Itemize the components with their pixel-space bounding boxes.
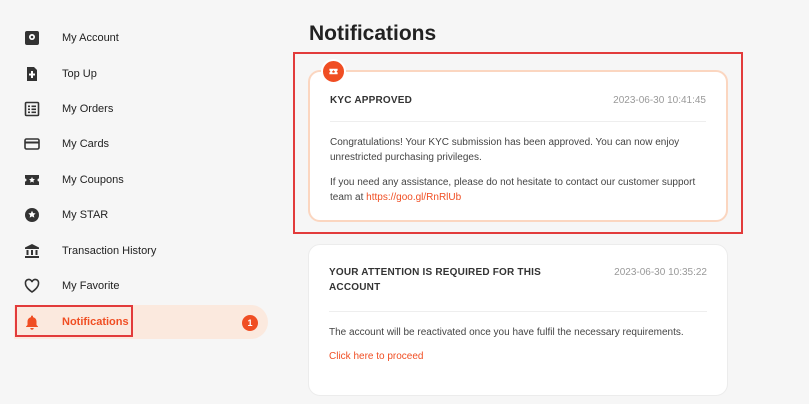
sidebar-item-label: Transaction History xyxy=(62,245,157,257)
coupon-icon xyxy=(24,172,40,188)
top-up-icon xyxy=(24,66,40,82)
sidebar-item-my-cards[interactable]: My Cards xyxy=(14,127,268,161)
sidebar: My Account Top Up My Orders My Cards My … xyxy=(0,0,275,404)
sidebar-item-label: My Account xyxy=(62,32,119,44)
sidebar-item-label: My Cards xyxy=(62,138,110,150)
sidebar-item-notifications[interactable]: Notifications 1 xyxy=(14,305,268,339)
notification-date: 2023-06-30 10:35:22 xyxy=(614,267,707,278)
notification-title: YOUR ATTENTION IS REQUIRED FOR THIS ACCO… xyxy=(329,267,542,293)
sidebar-item-top-up[interactable]: Top Up xyxy=(14,57,268,91)
bank-icon xyxy=(24,243,40,259)
heart-icon xyxy=(24,278,40,294)
notification-support-message: If you need any assistance, please do no… xyxy=(330,175,706,205)
sidebar-item-my-favorite[interactable]: My Favorite xyxy=(14,269,268,303)
support-link[interactable]: https://goo.gl/RnRlUb xyxy=(366,192,461,203)
orders-icon xyxy=(24,101,40,117)
sidebar-item-transaction-history[interactable]: Transaction History xyxy=(14,234,268,268)
notification-card-attention-required[interactable]: YOUR ATTENTION IS REQUIRED FOR THIS ACCO… xyxy=(308,244,728,396)
proceed-link[interactable]: Click here to proceed xyxy=(329,351,424,362)
notification-date: 2023-06-30 10:41:45 xyxy=(613,95,706,106)
sidebar-item-label: Top Up xyxy=(62,68,97,80)
sidebar-item-label: My Favorite xyxy=(62,280,120,292)
notification-card-kyc-approved[interactable]: KYC APPROVED 2023-06-30 10:41:45 Congrat… xyxy=(308,70,728,222)
account-icon xyxy=(24,30,40,46)
card-icon xyxy=(24,136,40,152)
sidebar-item-label: My Orders xyxy=(62,103,114,115)
notification-count-badge: 1 xyxy=(242,315,258,331)
sidebar-item-label: Notifications xyxy=(62,316,129,328)
notification-title: KYC APPROVED xyxy=(330,95,413,106)
notification-message: Congratulations! Your KYC submission has… xyxy=(330,137,680,163)
sidebar-item-my-star[interactable]: My STAR xyxy=(14,198,268,232)
sidebar-item-label: My Coupons xyxy=(62,174,124,186)
notification-message: The account will be reactivated once you… xyxy=(329,327,684,338)
sidebar-item-my-coupons[interactable]: My Coupons xyxy=(14,163,268,197)
star-icon xyxy=(24,207,40,223)
sidebar-item-label: My STAR xyxy=(62,209,109,221)
divider xyxy=(329,311,707,312)
sidebar-item-my-orders[interactable]: My Orders xyxy=(14,92,268,126)
bell-icon xyxy=(24,314,40,330)
divider xyxy=(330,121,706,122)
sidebar-item-my-account[interactable]: My Account xyxy=(14,21,268,55)
unread-marker-icon xyxy=(321,59,346,84)
page-title: Notifications xyxy=(309,22,437,45)
